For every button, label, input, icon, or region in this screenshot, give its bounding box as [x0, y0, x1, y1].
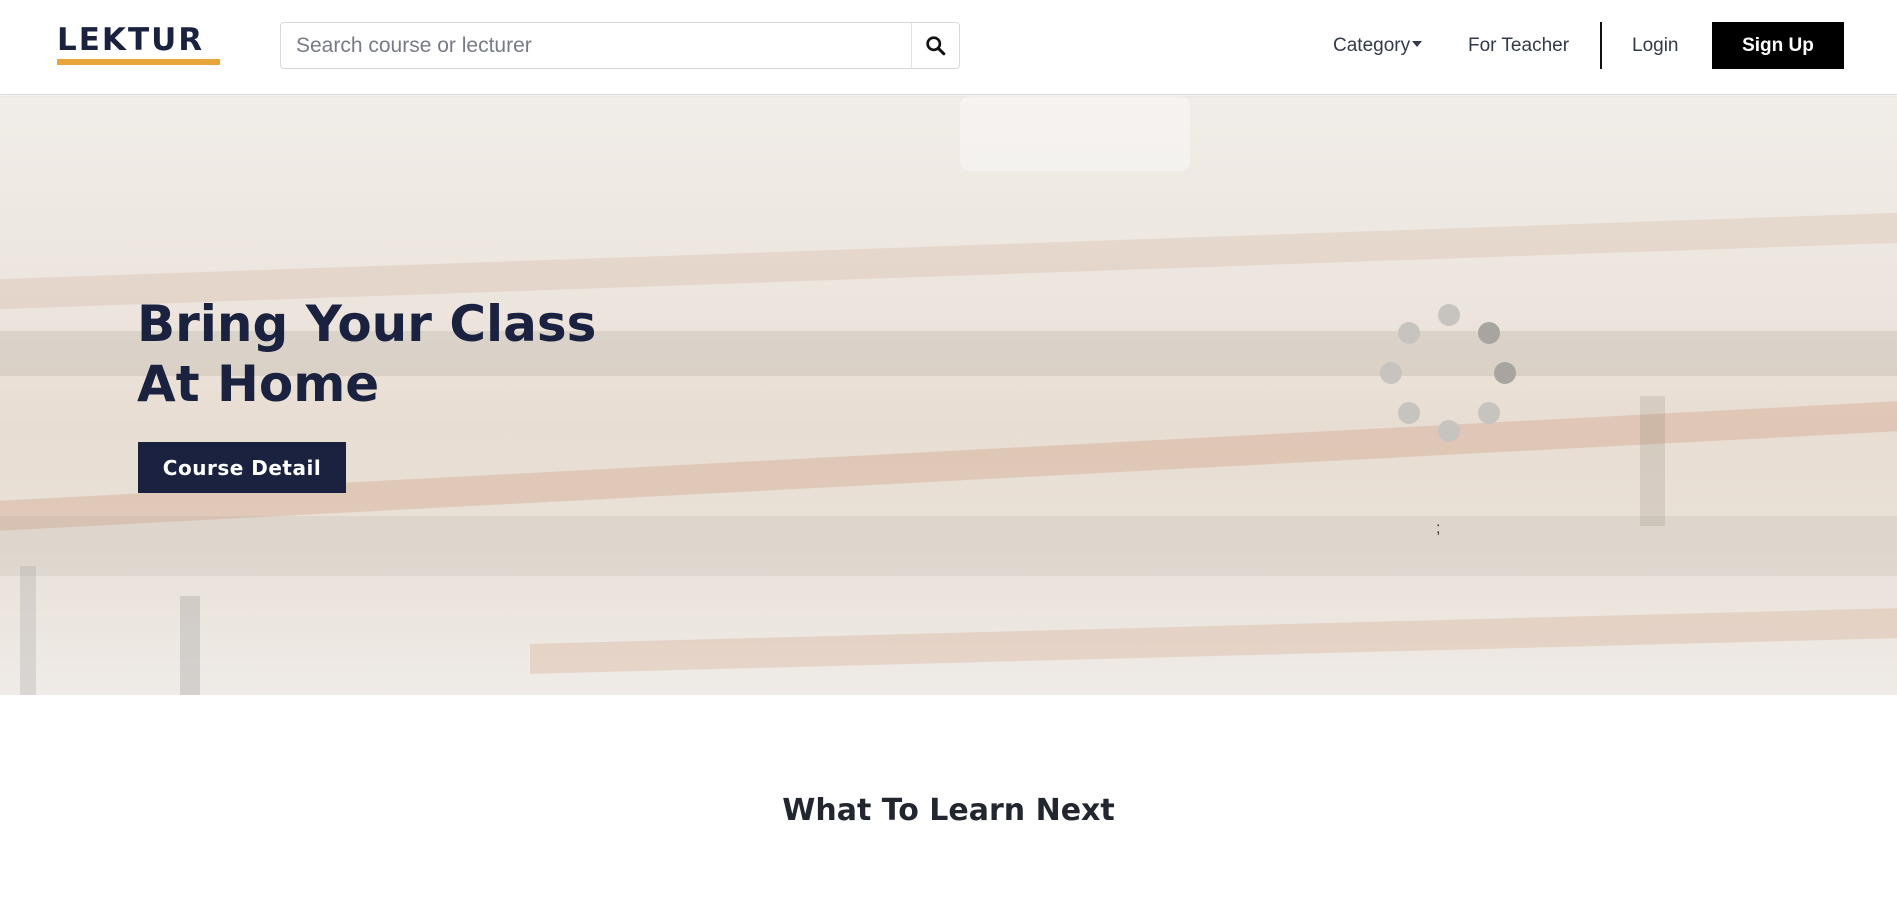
- top-navbar: LEKTUR Category For Teacher Login Sign U…: [0, 0, 1897, 95]
- stray-text: ;: [1436, 520, 1441, 537]
- caret-down-icon: [1412, 41, 1423, 47]
- logo-text: LEKTUR: [57, 22, 205, 58]
- spinner-dot: [1398, 402, 1420, 424]
- hero-title-line-2: At Home: [137, 355, 380, 413]
- search-button[interactable]: [911, 23, 959, 68]
- background-photo-layer: [1640, 396, 1665, 526]
- loading-spinner-icon: [1370, 304, 1530, 464]
- brand-logo[interactable]: LEKTUR: [57, 24, 221, 66]
- background-photo-layer: [960, 96, 1190, 171]
- spinner-dot: [1478, 402, 1500, 424]
- hero-title-line-1: Bring Your Class: [137, 295, 597, 353]
- spinner-dot: [1478, 322, 1500, 344]
- hero-banner: Bring Your Class At Home Course Detail ;: [0, 96, 1897, 695]
- spinner-dot: [1398, 322, 1420, 344]
- spinner-dot: [1438, 304, 1460, 326]
- spinner-dot: [1494, 362, 1516, 384]
- for-teacher-link[interactable]: For Teacher: [1468, 33, 1569, 59]
- hero-title: Bring Your Class At Home: [137, 294, 737, 414]
- spinner-dot: [1380, 362, 1402, 384]
- sign-up-button[interactable]: Sign Up: [1712, 22, 1844, 69]
- course-detail-button[interactable]: Course Detail: [138, 442, 346, 493]
- search-input[interactable]: [281, 23, 911, 68]
- spinner-dot: [1438, 420, 1460, 442]
- background-photo-layer: [20, 566, 36, 695]
- nav-divider: [1600, 22, 1602, 69]
- logo-underline: [57, 59, 220, 65]
- category-dropdown[interactable]: Category: [1333, 33, 1423, 59]
- search-icon: [926, 36, 946, 56]
- search-bar: [280, 22, 960, 69]
- background-photo-layer: [180, 596, 200, 695]
- category-label: Category: [1333, 35, 1411, 56]
- login-link[interactable]: Login: [1632, 33, 1679, 59]
- background-photo-layer: [0, 516, 1897, 576]
- section-title: What To Learn Next: [782, 793, 1115, 828]
- background-photo-layer: [530, 608, 1897, 674]
